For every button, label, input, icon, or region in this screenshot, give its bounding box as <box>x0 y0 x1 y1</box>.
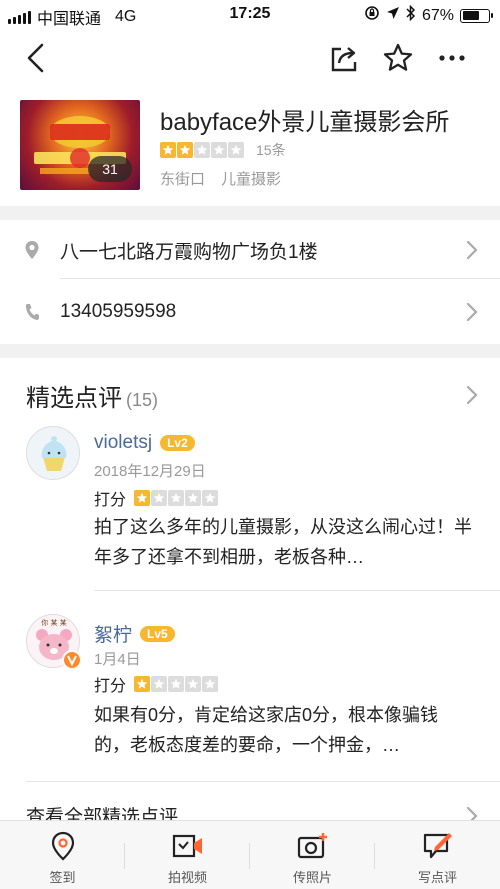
upload-photo-icon <box>297 833 327 859</box>
share-button[interactable] <box>324 38 364 78</box>
favorite-button[interactable] <box>378 38 418 78</box>
phone-row[interactable]: 13405959598 <box>0 280 500 344</box>
tab-label: 写点评 <box>417 870 457 885</box>
star-empty-icon <box>194 142 210 158</box>
star-empty-icon <box>151 490 168 506</box>
review-text[interactable]: 如果有0分，肯定给这家店0分，根本像骗钱的，老板态度差的要命，一个押金，… <box>94 700 474 760</box>
more-button[interactable] <box>432 38 472 78</box>
star-filled-icon <box>177 142 193 158</box>
phone-text: 13405959598 <box>60 301 177 322</box>
star-empty-icon <box>211 142 227 158</box>
review-score: 打分 <box>94 672 219 696</box>
review-text[interactable]: 拍了这么多年的儿童摄影，从没这么闹心过！半年多了还拿不到相册，老板各种… <box>94 512 474 572</box>
review-star-rating <box>134 676 219 692</box>
shop-name: babyface外景儿童摄影会所 <box>160 109 450 136</box>
tab-video[interactable]: 拍视频 <box>125 821 250 889</box>
tab-write-review[interactable]: 写点评 <box>375 821 500 889</box>
location-checkin-icon <box>51 831 74 861</box>
star-empty-icon <box>185 676 202 692</box>
review-star-rating <box>134 490 219 506</box>
star-empty-icon <box>151 676 168 692</box>
share-icon <box>331 47 357 72</box>
chevron-right-icon[interactable] <box>466 385 478 405</box>
battery-percent: 67% <box>421 6 454 24</box>
star-filled-icon <box>160 142 176 158</box>
more-dots-icon <box>439 55 465 61</box>
shop-meta: 东街口 儿童摄影 <box>160 168 281 189</box>
address-row[interactable]: 八一七北路万霞购物广场负1楼 <box>0 218 500 282</box>
tab-label: 签到 <box>49 870 76 885</box>
shop-photo[interactable]: 31 <box>20 100 140 190</box>
row-separator <box>60 278 500 279</box>
reviews-count: (15) <box>126 390 159 410</box>
tab-label: 传照片 <box>292 870 332 885</box>
shop-star-rating <box>160 142 244 158</box>
reviews-section-header[interactable]: 精选点评 (15) <box>26 378 158 413</box>
score-label: 打分 <box>94 678 127 695</box>
address-text: 八一七北路万霞购物广场负1楼 <box>60 241 318 263</box>
status-right: 67% <box>364 4 493 26</box>
star-empty-icon <box>168 490 185 506</box>
level-badge: Lv2 <box>160 435 195 451</box>
back-button[interactable] <box>16 38 56 78</box>
write-review-icon <box>423 833 452 859</box>
svg-text:你 某 某: 你 某 某 <box>41 618 66 627</box>
location-arrow-icon <box>386 6 400 25</box>
tab-label: 拍视频 <box>167 870 207 885</box>
star-filled-icon <box>134 676 151 692</box>
shop-review-count: 15条 <box>256 142 286 158</box>
verified-v-icon <box>62 650 82 670</box>
shop-category: 儿童摄影 <box>221 171 282 188</box>
location-pin-icon <box>25 241 39 259</box>
star-empty-icon <box>168 676 185 692</box>
photo-count-badge: 31 <box>88 156 132 182</box>
tab-upload-photo[interactable]: 传照片 <box>250 821 375 889</box>
star-empty-icon <box>202 676 219 692</box>
tab-checkin[interactable]: 签到 <box>0 821 125 889</box>
review-author[interactable]: violetsj Lv2 <box>94 432 195 454</box>
star-empty-icon <box>228 142 244 158</box>
bottom-action-bar: 签到 拍视频 传照片 写点评 <box>0 820 500 889</box>
review-date: 2018年12月29日 <box>94 463 206 480</box>
row-separator <box>26 781 500 782</box>
review-author[interactable]: 絮柠 Lv5 <box>94 620 175 647</box>
bluetooth-icon <box>406 4 416 26</box>
star-empty-icon <box>185 490 202 506</box>
author-name: 絮柠 <box>94 625 133 646</box>
row-separator <box>94 590 500 591</box>
shop-rating: 15条 <box>160 140 286 160</box>
video-camera-icon <box>172 834 202 858</box>
chevron-right-icon <box>466 302 478 322</box>
star-filled-icon <box>134 490 151 506</box>
score-label: 打分 <box>94 492 127 509</box>
shop-district: 东街口 <box>160 171 206 188</box>
level-badge: Lv5 <box>140 625 175 642</box>
reviews-title: 精选点评 <box>26 385 122 412</box>
battery-icon <box>460 8 493 23</box>
phone-icon <box>26 304 39 320</box>
shop-header: 31 babyface外景儿童摄影会所 15条 东街口 儿童摄影 <box>0 98 500 198</box>
star-empty-icon <box>202 490 219 506</box>
review-date: 1月4日 <box>94 651 141 668</box>
review-score: 打分 <box>94 486 219 510</box>
nav-bar <box>0 30 500 86</box>
section-divider <box>0 344 500 358</box>
chevron-right-icon <box>466 240 478 260</box>
chevron-left-icon <box>27 43 44 73</box>
star-outline-icon <box>383 43 413 71</box>
status-bar: 中国联通 4G 17:25 67% <box>0 0 500 30</box>
cupcake-avatar-image <box>27 427 79 479</box>
orientation-lock-icon <box>364 5 380 26</box>
author-name: violetsj <box>94 432 153 453</box>
avatar[interactable] <box>26 426 80 480</box>
